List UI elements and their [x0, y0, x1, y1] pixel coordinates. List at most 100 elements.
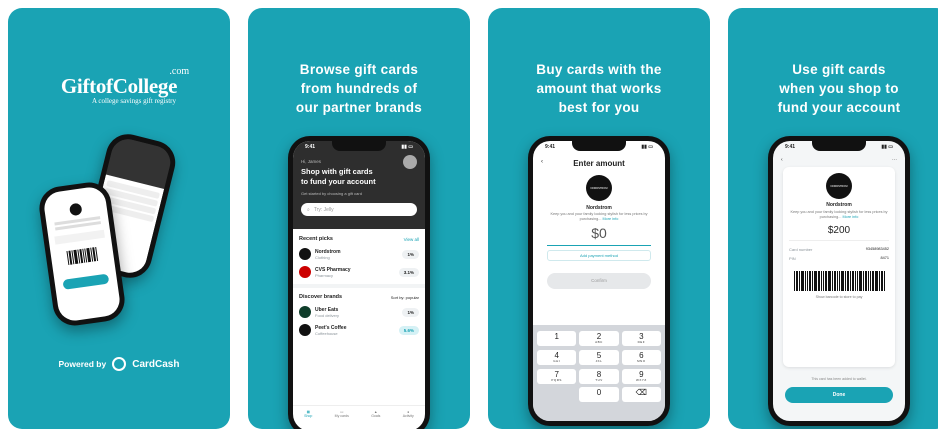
keypad-key[interactable]: 4 GHI — [537, 349, 577, 365]
barcode-bar — [844, 271, 846, 291]
barcode-bar — [820, 271, 822, 291]
nav-label: Goals — [371, 414, 381, 418]
brand-badge-text: NORDSTROM — [590, 186, 608, 190]
barcode-bar — [840, 271, 844, 291]
brand-logo: NORDSTROM — [586, 175, 612, 201]
keypad-key[interactable]: 5 JKL — [579, 349, 619, 365]
promo-panel-3: Buy cards with the amount that works bes… — [488, 8, 710, 429]
greeting: Hi, James — [301, 159, 322, 164]
keypad-key[interactable]: 8 TUV — [579, 368, 619, 384]
sort-dropdown[interactable]: Sort by: popular — [391, 295, 419, 300]
brand-description: Keep you and your family looking stylish… — [783, 208, 895, 222]
key-letters: ABC — [595, 340, 603, 344]
barcode-bar — [854, 271, 856, 291]
back-icon[interactable]: ‹ — [781, 157, 783, 163]
barcode-bar — [836, 271, 838, 291]
list-item[interactable]: Nordstrom Clothing 1% — [293, 245, 425, 263]
more-info-link[interactable]: More info — [842, 215, 858, 219]
cashback-badge: 3.1% — [398, 267, 419, 277]
card-number-label: Card number — [789, 247, 813, 252]
keypad-key[interactable]: 7 PQRS — [537, 368, 577, 384]
done-button[interactable]: Done — [785, 387, 893, 403]
cashback-badge: 1% — [402, 307, 419, 317]
barcode-bar — [817, 271, 820, 291]
amount-input[interactable]: $0 — [533, 225, 665, 241]
barcode-bar — [858, 271, 862, 291]
barcode-bar — [846, 271, 849, 291]
phone-card: 9:41 ▮▮ ▭ ‹ ⋯ NORDSTROM Nordstrom Keep yo… — [768, 136, 910, 426]
barcode-bar — [824, 271, 827, 291]
avatar[interactable] — [403, 155, 417, 169]
shop-header: 9:41 ▮▮ ▭ Hi, James Shop with gift cards … — [293, 141, 425, 229]
key-letters: TUV — [595, 377, 603, 382]
barcode-bar — [811, 271, 813, 291]
brand-description: Keep you and your family looking stylish… — [547, 212, 651, 222]
keypad-key[interactable]: 9 WXYZ — [621, 368, 661, 384]
nav-my-cards[interactable]: ▭ My cards — [335, 410, 349, 418]
nav-activity[interactable]: ● Activity — [403, 410, 414, 418]
shop-subline: Get started by choosing a gift card — [301, 191, 362, 196]
list-item[interactable]: CVS Pharmacy Pharmacy 3.1% — [293, 263, 425, 281]
brand-name: CVS Pharmacy — [315, 266, 351, 273]
caption-line: Browse gift cards — [299, 62, 419, 77]
keypad-key[interactable]: 2 ABC — [579, 331, 619, 346]
more-icon[interactable]: ⋯ — [892, 157, 897, 163]
cvs-logo-icon — [299, 266, 311, 278]
powered-by: Powered by CardCash — [8, 357, 230, 371]
cashback-badge: 1% — [402, 249, 419, 259]
barcode-bar — [800, 271, 804, 291]
search-icon: ⌕ — [307, 206, 310, 213]
keypad-key[interactable]: 1 — [537, 331, 577, 346]
list-item[interactable]: Peet's Coffee Coffeehouse 5.6% — [293, 321, 425, 339]
brand-name: Peet's Coffee — [315, 324, 347, 331]
view-all-link[interactable]: View all — [404, 237, 419, 242]
promo-panel-2: Browse gift cards from hundreds of our p… — [248, 8, 470, 429]
headline-line: Shop with gift cards — [301, 167, 373, 176]
logo-com: .com — [169, 66, 190, 77]
shop-screen: 9:41 ▮▮ ▭ Hi, James Shop with gift cards … — [293, 141, 425, 429]
key-digit: 0 — [596, 388, 602, 398]
keypad-key[interactable]: ⌫ — [621, 387, 661, 403]
caption-line: our partner brands — [295, 100, 423, 115]
keypad-key[interactable]: 3 DEF — [621, 331, 661, 346]
confirm-button[interactable]: Confirm — [547, 273, 651, 289]
barcode-bar — [795, 271, 798, 291]
panel-2-caption: Browse gift cards from hundreds of our p… — [248, 60, 470, 117]
barcode-bar — [871, 271, 874, 291]
barcode-bar — [864, 271, 867, 291]
barcode-bar — [878, 271, 880, 291]
logo-wordmark: GiftofCollege — [60, 74, 178, 98]
caption-line: from hundreds of — [300, 81, 418, 96]
status-time: 9:41 — [545, 144, 556, 150]
amount-screen: 9:41 ▮▮ ▭ ‹ Enter amount NORDSTROM Nordst… — [533, 141, 665, 421]
nav-shop[interactable]: ▦ Shop — [304, 410, 312, 418]
nav-label: Shop — [304, 414, 313, 418]
cardcash-logo-icon — [112, 357, 127, 371]
battery-icon: ▮▮ ▭ — [641, 144, 653, 150]
keypad-key — [537, 387, 576, 402]
caption-line: Use gift cards — [792, 62, 886, 77]
nordstrom-logo-icon — [299, 248, 311, 260]
more-info-link[interactable]: More info — [602, 217, 618, 221]
barcode-bar — [798, 271, 800, 291]
brand-badge-text: NORDSTROM — [830, 184, 848, 188]
add-payment-button[interactable]: Add payment method — [547, 250, 651, 261]
list-item[interactable]: Uber Eats Food delivery 1% — [293, 303, 425, 321]
headline-line: to fund your account — [301, 177, 376, 186]
barcode-bar — [883, 271, 885, 291]
keypad-key[interactable]: 0 — [579, 387, 619, 403]
nav-goals[interactable]: ▲ Goals — [371, 410, 380, 418]
search-input[interactable]: ⌕ Try: Jelly — [301, 203, 417, 216]
card-balance: $200 — [827, 225, 851, 236]
phone-notch — [812, 141, 866, 151]
barcode-bar — [827, 271, 831, 291]
keypad-key[interactable]: 6 MNO — [621, 349, 661, 365]
nav-label: Activity — [402, 414, 414, 418]
barcode-bar — [851, 271, 854, 291]
barcode-bar — [874, 271, 878, 291]
giftofcollege-logo: GiftofCollege .com A college savings gif… — [8, 66, 230, 105]
barcode-hint: Show barcode to store to pay — [815, 295, 863, 299]
battery-icon: ▮▮ ▭ — [401, 144, 413, 150]
phone-notch — [332, 141, 386, 151]
phone-front-screen — [42, 185, 122, 323]
